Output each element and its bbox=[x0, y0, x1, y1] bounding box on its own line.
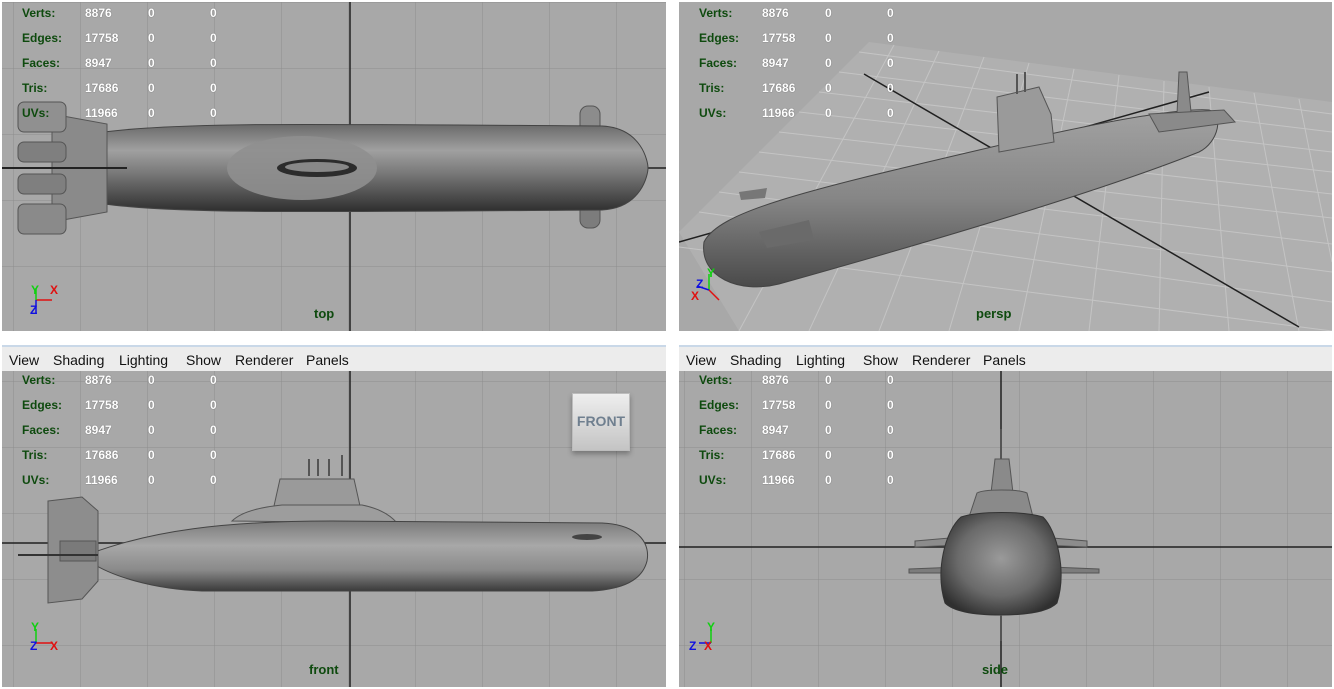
menu-panels[interactable]: Panels bbox=[983, 352, 1026, 368]
axis-z-label: Z bbox=[689, 639, 697, 653]
axis-y-label: Y bbox=[31, 283, 40, 297]
camera-label-top: top bbox=[314, 306, 335, 321]
axis-y-label: Y bbox=[707, 266, 716, 280]
top-scene bbox=[2, 2, 666, 331]
camera-label-side: side bbox=[982, 662, 1009, 677]
axis-y-label: Y bbox=[31, 620, 40, 634]
axis-y-label: Y bbox=[707, 620, 716, 634]
front-scene bbox=[2, 371, 666, 687]
axis-x-label: X bbox=[50, 639, 59, 653]
viewport-side[interactable]: View Shading Lighting Show Renderer Pane… bbox=[679, 345, 1332, 687]
viewport-persp[interactable]: Verts: 8876 0 0 Edges: 17758 0 0 Faces: 8947 0 0 … bbox=[679, 2, 1332, 331]
menu-shading[interactable]: Shading bbox=[53, 352, 104, 368]
menu-show[interactable]: Show bbox=[863, 352, 898, 368]
view-cube-label: FRONT bbox=[576, 413, 626, 429]
axis-z-label: Z bbox=[30, 639, 38, 653]
menu-show[interactable]: Show bbox=[186, 352, 221, 368]
menu-view[interactable]: View bbox=[9, 352, 39, 368]
menu-panels[interactable]: Panels bbox=[306, 352, 349, 368]
viewport-menu-bar: View Shading Lighting Show Renderer Pane… bbox=[2, 345, 666, 371]
camera-label-front: front bbox=[309, 662, 339, 677]
persp-scene bbox=[679, 42, 1332, 331]
view-cube-front[interactable]: FRONT bbox=[572, 393, 630, 451]
axis-x-label: X bbox=[50, 283, 59, 297]
camera-label-persp: persp bbox=[976, 306, 1012, 321]
menu-lighting[interactable]: Lighting bbox=[119, 352, 168, 368]
viewport-front[interactable]: View Shading Lighting Show Renderer Pane… bbox=[2, 345, 666, 687]
axis-x-label: X bbox=[691, 289, 700, 303]
menu-shading[interactable]: Shading bbox=[730, 352, 781, 368]
viewport-menu-bar: View Shading Lighting Show Renderer Pane… bbox=[679, 345, 1332, 371]
axis-z-label: Z bbox=[30, 303, 38, 317]
menu-lighting[interactable]: Lighting bbox=[796, 352, 845, 368]
viewport-top[interactable]: Verts: 8876 0 0 Edges: 17758 0 0 Faces: 8947 0 0 … bbox=[2, 2, 666, 331]
menu-renderer[interactable]: Renderer bbox=[912, 352, 970, 368]
menu-renderer[interactable]: Renderer bbox=[235, 352, 293, 368]
menu-view[interactable]: View bbox=[686, 352, 716, 368]
axis-x-label: X bbox=[704, 639, 713, 653]
side-scene bbox=[679, 371, 1332, 687]
